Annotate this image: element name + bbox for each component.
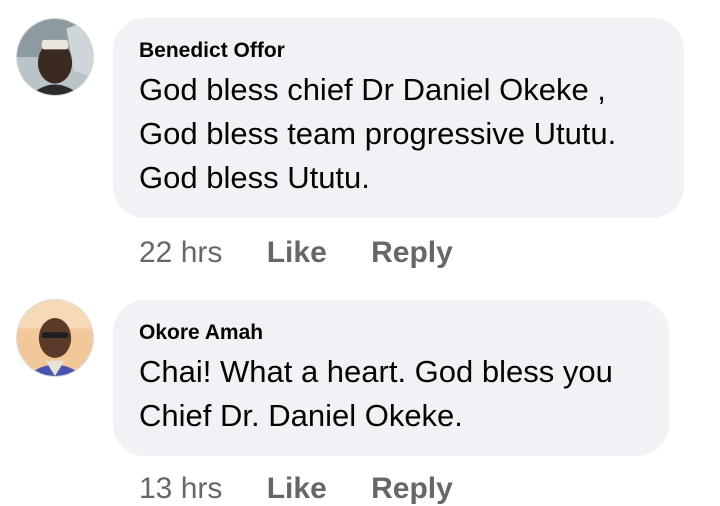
avatar[interactable]	[16, 299, 94, 377]
comment-line: God bless team progressive Ututu.	[139, 116, 617, 151]
reply-button[interactable]: Reply	[371, 472, 453, 506]
comment-actions: 22 hrs Like Reply	[139, 236, 453, 270]
comment-line: God bless Ututu.	[139, 160, 370, 195]
like-button[interactable]: Like	[267, 236, 327, 270]
like-button[interactable]: Like	[267, 472, 327, 506]
comment-bubble: Okore Amah Chai! What a heart. God bless…	[113, 300, 669, 456]
comment-line: God bless chief Dr Daniel Okeke ,	[139, 72, 606, 107]
comment-author[interactable]: Okore Amah	[139, 320, 643, 346]
comment-author[interactable]: Benedict Offor	[139, 38, 658, 64]
comment-text: Chai! What a heart. God bless you Chief …	[139, 350, 643, 438]
comment-line: Chief Dr. Daniel Okeke.	[139, 398, 463, 433]
comment-actions: 13 hrs Like Reply	[139, 472, 453, 506]
profile-photo-icon	[17, 300, 93, 376]
avatar[interactable]	[16, 18, 94, 96]
comment-bubble: Benedict Offor God bless chief Dr Daniel…	[113, 18, 684, 218]
reply-button[interactable]: Reply	[371, 236, 453, 270]
comment-timestamp[interactable]: 13 hrs	[139, 472, 222, 506]
profile-photo-icon	[17, 19, 93, 95]
comment-timestamp[interactable]: 22 hrs	[139, 236, 222, 270]
comment-text: God bless chief Dr Daniel Okeke , God bl…	[139, 68, 658, 200]
comment-line: Chai! What a heart. God bless you	[139, 354, 613, 389]
